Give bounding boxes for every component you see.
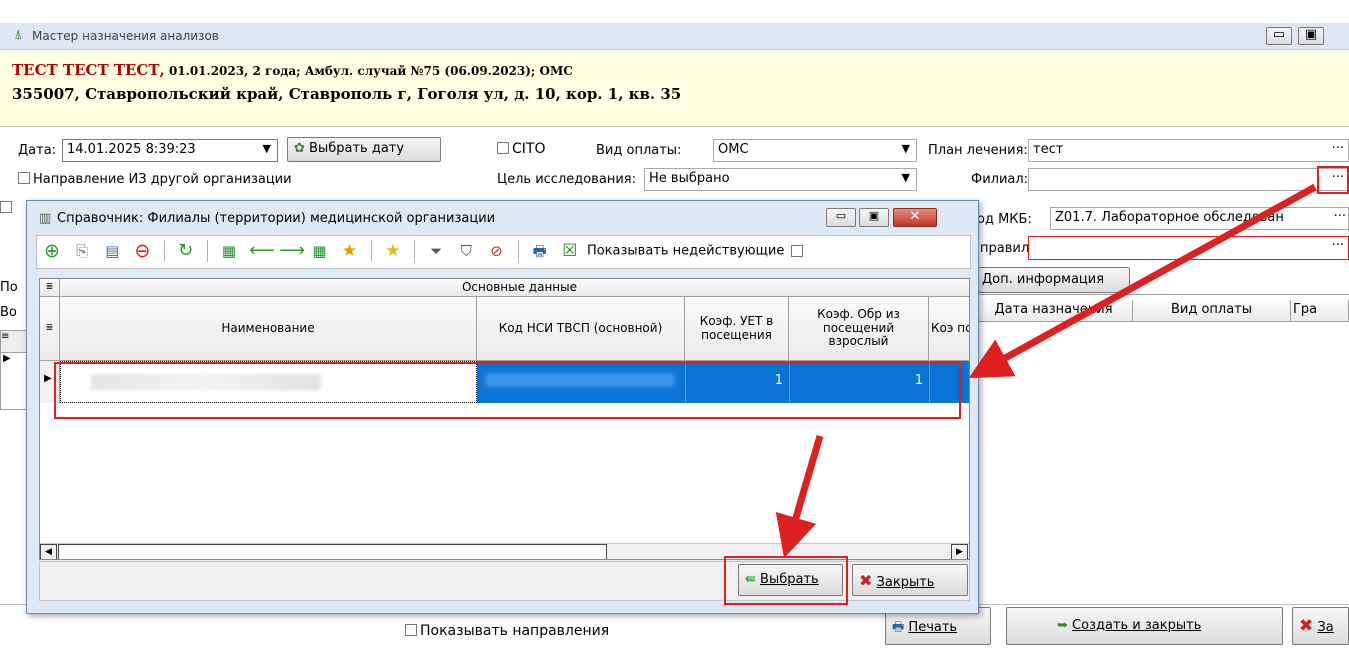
arrow-to-row <box>968 183 1317 379</box>
arrow-to-select <box>775 435 824 559</box>
annotation-arrows <box>775 183 1317 559</box>
